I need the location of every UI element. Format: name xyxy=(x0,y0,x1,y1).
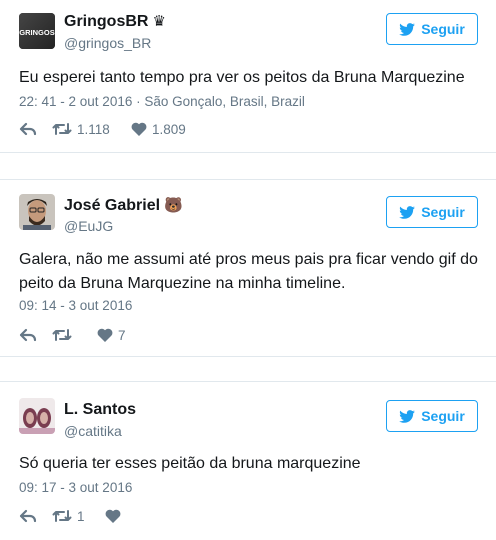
retweet-button[interactable]: 1 xyxy=(52,507,85,525)
tweet-text: Só queria ter esses peitão da bruna marq… xyxy=(19,455,361,472)
tweet-meta: 09: 17 - 3 out 2016 xyxy=(19,480,132,495)
user-handle[interactable]: @EuJG xyxy=(64,218,113,234)
like-button[interactable]: 1.809 xyxy=(131,120,186,138)
timestamp[interactable]: 09: 14 - 3 out 2016 xyxy=(19,298,132,313)
reply-button[interactable] xyxy=(19,120,37,138)
tweet-card: L. Santos @catitika Seguir Só queria ter… xyxy=(0,382,496,540)
user-handle[interactable]: @catitika xyxy=(64,423,122,439)
retweet-icon xyxy=(52,329,72,341)
user-name-text[interactable]: José Gabriel xyxy=(64,197,160,214)
reply-icon xyxy=(19,509,37,523)
twitter-bird-icon xyxy=(399,205,416,219)
follow-button[interactable]: Seguir xyxy=(386,13,478,45)
like-button[interactable] xyxy=(105,507,126,525)
location[interactable]: · São Gonçalo, Brasil, Brazil xyxy=(132,94,305,109)
like-count: 1.809 xyxy=(152,121,186,137)
tweet-divider xyxy=(0,152,496,153)
twitter-bird-icon xyxy=(399,22,416,36)
avatar-logo-text: GRINGOS xyxy=(19,28,54,37)
tweet-text: Eu esperei tanto tempo pra ver os peitos… xyxy=(19,69,465,86)
heart-icon xyxy=(105,509,121,523)
user-handle[interactable]: @gringos_BR xyxy=(64,35,151,51)
bear-emoji-icon: 🐻 xyxy=(164,197,183,214)
reply-button[interactable] xyxy=(19,326,37,344)
heart-icon xyxy=(97,328,113,342)
tweet-card: José Gabriel 🐻 @EuJG Seguir Galera, não m… xyxy=(0,180,496,356)
user-name[interactable]: José Gabriel 🐻 xyxy=(64,196,183,215)
reply-icon xyxy=(19,328,37,342)
user-name-text[interactable]: GringosBR xyxy=(64,13,148,30)
timestamp[interactable]: 22: 41 - 2 out 2016 xyxy=(19,94,132,109)
reply-button[interactable] xyxy=(19,507,37,525)
user-name-text[interactable]: L. Santos xyxy=(64,401,136,418)
follow-label: Seguir xyxy=(421,21,465,37)
tweet-feed: GRINGOS GringosBR ♛ @gringos_BR Seguir Eu… xyxy=(0,0,496,540)
timestamp[interactable]: 09: 17 - 3 out 2016 xyxy=(19,480,132,495)
retweet-button[interactable] xyxy=(52,326,77,344)
tweet-meta: 09: 14 - 3 out 2016 xyxy=(19,298,132,313)
retweet-icon xyxy=(52,510,72,522)
avatar[interactable] xyxy=(19,194,55,230)
avatar[interactable]: GRINGOS xyxy=(19,13,55,49)
tweet-text: Galera, não me assumi até pros meus pais… xyxy=(19,251,478,292)
retweet-count: 1.118 xyxy=(77,121,110,137)
avatar[interactable] xyxy=(19,398,55,434)
tweet-meta: 22: 41 - 2 out 2016 · São Gonçalo, Brasi… xyxy=(19,94,305,109)
user-name[interactable]: GringosBR ♛ xyxy=(64,12,166,31)
follow-button[interactable]: Seguir xyxy=(386,400,478,432)
twitter-bird-icon xyxy=(399,409,416,423)
reply-icon xyxy=(19,122,37,136)
heart-icon xyxy=(131,122,147,136)
tweet-divider xyxy=(0,356,496,357)
tweet-card: GRINGOS GringosBR ♛ @gringos_BR Seguir Eu… xyxy=(0,0,496,152)
follow-button[interactable]: Seguir xyxy=(386,196,478,228)
follow-label: Seguir xyxy=(421,408,465,424)
retweet-icon xyxy=(52,123,72,135)
crown-badge-icon: ♛ xyxy=(152,13,166,30)
retweet-button[interactable]: 1.118 xyxy=(52,120,110,138)
like-button[interactable]: 7 xyxy=(97,326,126,344)
follow-label: Seguir xyxy=(421,204,465,220)
user-name[interactable]: L. Santos xyxy=(64,401,136,419)
like-count: 7 xyxy=(118,327,126,343)
retweet-count: 1 xyxy=(77,508,85,524)
